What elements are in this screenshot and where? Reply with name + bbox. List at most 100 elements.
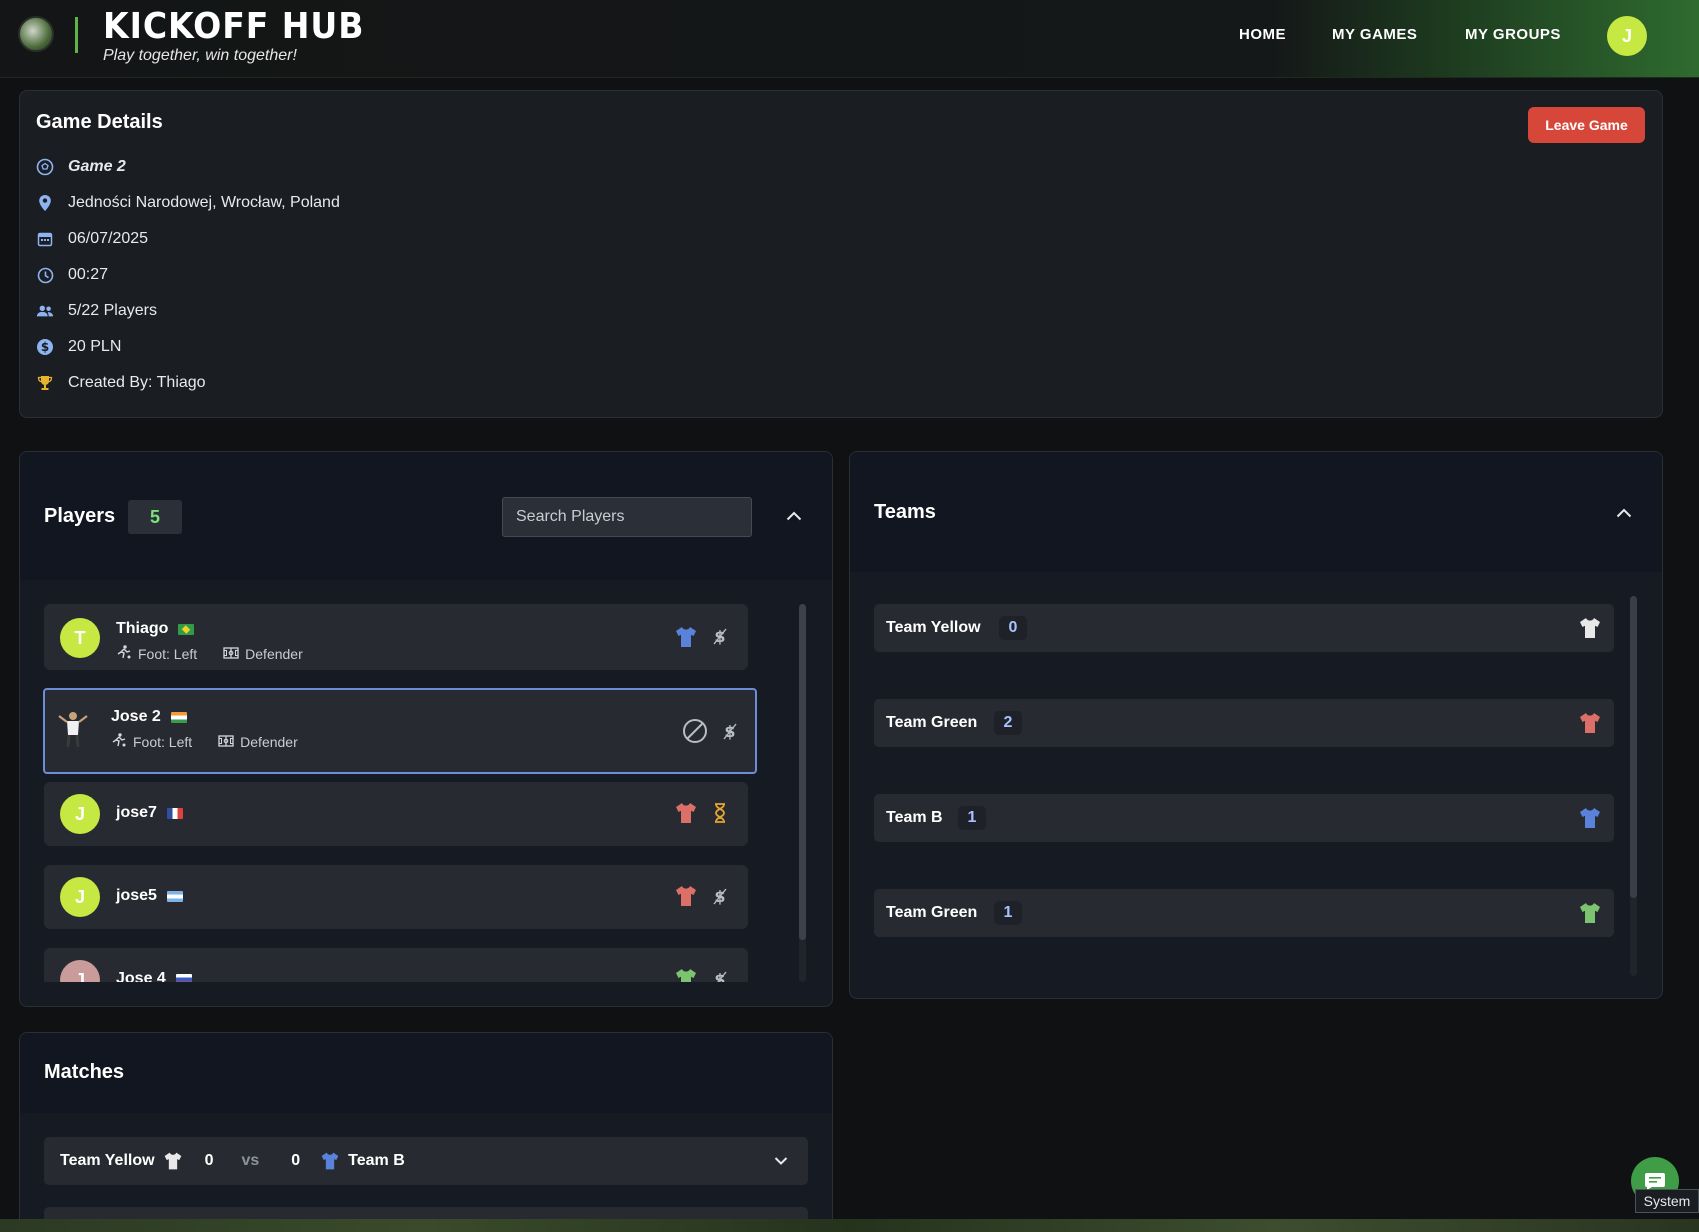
chevron-down-icon[interactable] bbox=[774, 1156, 788, 1166]
team-row[interactable]: Team Green 2 bbox=[874, 699, 1614, 747]
nav-my-groups[interactable]: MY GROUPS bbox=[1465, 26, 1561, 43]
player-avatar: J bbox=[60, 877, 100, 917]
soccer-ball-logo-icon[interactable] bbox=[18, 16, 54, 52]
list-clip bbox=[20, 982, 790, 1006]
field-icon bbox=[218, 734, 234, 750]
app-title: KICKOFF HUB bbox=[103, 6, 365, 47]
svg-text:$: $ bbox=[41, 340, 49, 354]
paid-dollar-icon[interactable]: $ bbox=[710, 886, 730, 906]
india-flag-icon bbox=[170, 711, 187, 723]
game-player-count: 5/22 Players bbox=[68, 302, 157, 319]
player-name-text: jose5 bbox=[116, 887, 157, 904]
match-away-team: Team B bbox=[348, 1152, 405, 1169]
player-foot: Foot: Left bbox=[138, 645, 198, 662]
detail-date: 06/07/2025 bbox=[36, 227, 148, 251]
paid-dollar-icon[interactable]: $ bbox=[710, 626, 730, 646]
matches-panel-header: Matches bbox=[20, 1033, 832, 1113]
players-title: Players bbox=[44, 505, 116, 527]
team-row[interactable]: Team B 1 bbox=[874, 794, 1614, 842]
match-vs: vs bbox=[241, 1152, 260, 1169]
team-name: Team Green bbox=[886, 904, 978, 921]
teams-scrollbar-thumb[interactable] bbox=[1630, 596, 1637, 898]
team-count-badge: 1 bbox=[994, 901, 1022, 925]
game-time: 00:27 bbox=[68, 266, 109, 283]
team-name: Team Yellow bbox=[886, 619, 981, 636]
france-flag-icon bbox=[166, 807, 183, 819]
players-collapse-chevron-up-icon[interactable] bbox=[782, 504, 806, 528]
no-team-block-icon[interactable] bbox=[682, 718, 708, 744]
player-position: Defender bbox=[245, 645, 303, 662]
team-row[interactable]: Team Yellow 0 bbox=[874, 604, 1614, 652]
player-row-selected[interactable]: Jose 2 Foot: Left Defender $ bbox=[43, 688, 757, 774]
players-scrollbar-thumb[interactable] bbox=[799, 604, 806, 940]
dollar-icon: $ bbox=[36, 338, 54, 356]
game-date: 06/07/2025 bbox=[68, 230, 149, 247]
player-row[interactable]: J jose7 bbox=[44, 782, 748, 846]
green-shirt-icon bbox=[1580, 903, 1600, 923]
matches-title: Matches bbox=[44, 1061, 125, 1083]
chat-bubble-icon bbox=[1645, 1173, 1665, 1190]
search-players-input[interactable] bbox=[502, 497, 752, 537]
location-pin-icon bbox=[36, 194, 54, 212]
player-avatar: T bbox=[60, 618, 100, 658]
leave-game-button[interactable]: Leave Game bbox=[1528, 107, 1645, 143]
player-name: Thiago bbox=[116, 620, 195, 638]
paid-dollar-icon[interactable]: $ bbox=[720, 721, 740, 741]
brazil-flag-icon bbox=[178, 623, 195, 635]
white-shirt-icon bbox=[164, 1152, 181, 1170]
trophy-icon bbox=[36, 374, 54, 392]
player-row[interactable]: J jose5 $ bbox=[44, 865, 748, 929]
detail-price: $ 20 PLN bbox=[36, 335, 121, 359]
detail-players: 5/22 Players bbox=[36, 299, 157, 323]
game-creator: Created By: Thiago bbox=[68, 374, 206, 391]
player-name: Jose 2 bbox=[111, 708, 187, 726]
game-name: Game 2 bbox=[68, 158, 126, 175]
player-row[interactable]: T Thiago Foot: Left Defender $ bbox=[44, 604, 748, 670]
game-details-card: Game Details Leave Game Game 2 Jedności … bbox=[19, 90, 1663, 418]
match-row[interactable]: Team Yellow 0 vs 0 Team B bbox=[44, 1137, 808, 1185]
user-avatar[interactable]: J bbox=[1607, 16, 1647, 56]
teams-collapse-chevron-up-icon[interactable] bbox=[1612, 501, 1636, 525]
pending-hourglass-icon[interactable] bbox=[710, 803, 730, 823]
system-tooltip: System bbox=[1635, 1189, 1699, 1213]
player-name: jose5 bbox=[116, 887, 183, 905]
people-icon bbox=[36, 302, 54, 320]
blue-shirt-icon[interactable] bbox=[674, 625, 698, 649]
player-meta: Foot: Left Defender bbox=[111, 733, 298, 750]
team-name: Team B bbox=[886, 809, 943, 826]
detail-location: Jedności Narodowej, Wrocław, Poland bbox=[36, 191, 340, 215]
blue-shirt-icon bbox=[321, 1152, 339, 1170]
players-scrollbar[interactable] bbox=[799, 604, 806, 982]
match-away-score: 0 bbox=[291, 1152, 301, 1169]
nav-home[interactable]: HOME bbox=[1239, 26, 1286, 43]
blue-shirt-icon bbox=[1580, 808, 1600, 828]
logo-divider bbox=[75, 17, 78, 53]
calendar-icon bbox=[36, 230, 54, 248]
app-subtitle: Play together, win together! bbox=[103, 47, 297, 64]
white-shirt-icon bbox=[1580, 618, 1600, 638]
field-icon bbox=[223, 646, 239, 662]
teams-title: Teams bbox=[874, 501, 936, 523]
player-position: Defender bbox=[240, 733, 298, 750]
player-meta: Foot: Left Defender bbox=[116, 645, 303, 662]
team-row[interactable]: Team Green 1 bbox=[874, 889, 1614, 937]
players-panel-header: Players 5 bbox=[20, 452, 832, 580]
game-details-title: Game Details bbox=[36, 111, 163, 133]
game-price: 20 PLN bbox=[68, 338, 122, 355]
players-panel: Players 5 T Thiago Foot: Left Defender $… bbox=[19, 451, 833, 1007]
match-home-score: 0 bbox=[204, 1152, 214, 1169]
red-shirt-icon bbox=[1580, 713, 1600, 733]
player-name: jose7 bbox=[116, 804, 183, 822]
teams-panel-header: Teams bbox=[850, 452, 1662, 572]
player-foot: Foot: Left bbox=[133, 733, 193, 750]
player-photo-avatar bbox=[57, 710, 89, 748]
argentina-flag-icon bbox=[166, 890, 183, 902]
player-name-text: Thiago bbox=[116, 620, 169, 637]
red-shirt-icon[interactable] bbox=[674, 884, 698, 908]
background-strip bbox=[0, 1219, 1699, 1232]
player-avatar: J bbox=[60, 794, 100, 834]
nav-my-games[interactable]: MY GAMES bbox=[1332, 26, 1417, 43]
detail-time: 00:27 bbox=[36, 263, 108, 287]
red-shirt-icon[interactable] bbox=[674, 801, 698, 825]
detail-creator: Created By: Thiago bbox=[36, 371, 206, 395]
